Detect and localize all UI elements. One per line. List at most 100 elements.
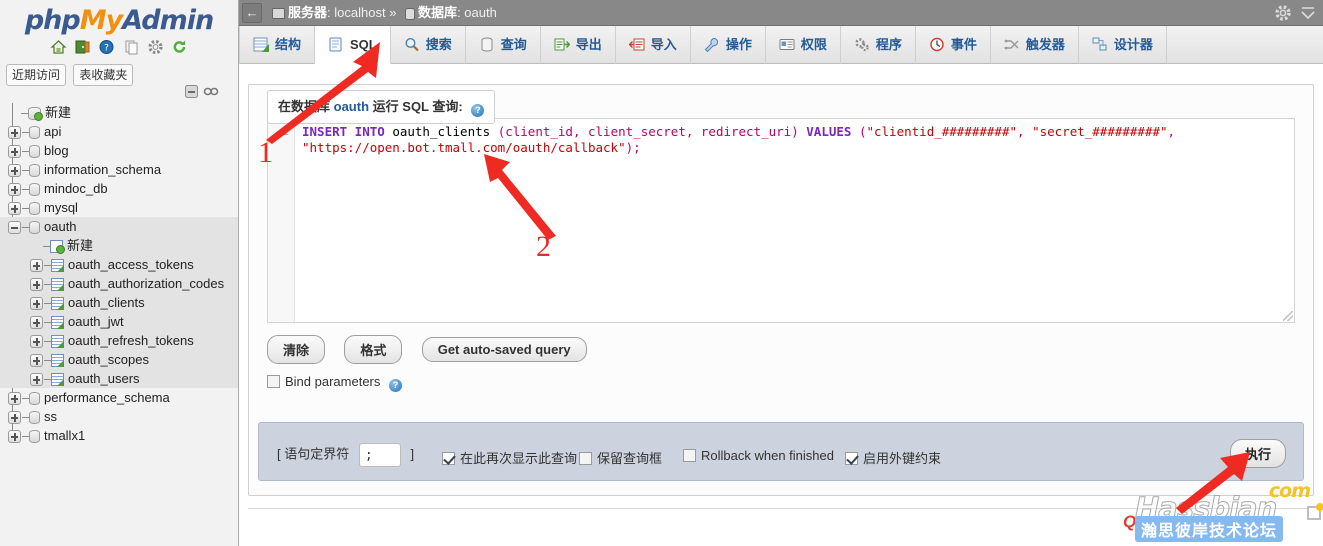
tree-item-label[interactable]: oauth_access_tokens [68,257,194,272]
tree-item-label[interactable]: mysql [44,200,78,215]
new-window-icon[interactable] [123,39,140,55]
clear-button[interactable]: 清除 [267,335,326,364]
expand-icon[interactable] [8,430,21,444]
bind-parameters-checkbox[interactable] [267,375,280,388]
database-tree: 新建 api blog information_schema mindoc_dbmysq… [0,103,238,445]
show-query-again-checkbox[interactable] [442,452,455,465]
tree-item-oauth_jwt[interactable]: oauth_jwt [0,312,238,331]
expand-icon[interactable] [30,373,43,387]
tree-item-label[interactable]: 新建 [67,238,93,253]
expand-icon[interactable] [8,126,21,140]
tree-item-新建[interactable]: 新建 [0,103,238,122]
tree-item-label[interactable]: oauth_jwt [68,314,124,329]
expand-icon[interactable] [8,145,21,159]
expand-icon[interactable] [30,259,43,273]
tab-导出[interactable]: 导出 [541,26,616,64]
expand-icon[interactable] [8,392,21,406]
tab-导入[interactable]: 导入 [616,26,691,64]
home-icon[interactable] [50,39,67,55]
settings-icon[interactable] [147,39,164,55]
sql-code-text[interactable]: INSERT INTO oauth_clients (client_id, cl… [296,119,1294,322]
expand-icon[interactable] [8,202,21,216]
collapse-icon[interactable] [8,221,21,235]
tab-搜索[interactable]: 搜索 [391,26,466,64]
tree-item-label[interactable]: oauth_refresh_tokens [68,333,194,348]
new-database-icon [28,107,43,122]
go-execute-button[interactable]: 执行 [1229,439,1286,468]
retain-query-box-checkbox[interactable] [579,452,592,465]
tree-item-label[interactable]: performance_schema [44,390,170,405]
tree-item-label[interactable]: 新建 [45,105,71,120]
format-button[interactable]: 格式 [344,335,403,364]
logout-icon[interactable] [74,39,91,55]
tree-item-label[interactable]: api [44,124,61,139]
tree-item-performance_schema[interactable]: performance_schema [0,388,238,407]
table-icon [51,278,64,292]
breadcrumb-server-host[interactable]: localhost [334,5,385,20]
docs-icon[interactable]: ? [98,39,115,55]
expand-icon[interactable] [30,316,43,330]
phpmyadmin-logo[interactable]: phpMyAdmin [0,0,238,38]
tree-item-api[interactable]: api [0,122,238,141]
help-icon[interactable]: ? [471,104,485,117]
expand-icon[interactable] [30,297,43,311]
tree-item-oauth_access_tokens[interactable]: oauth_access_tokens [0,255,238,274]
get-auto-saved-query-button[interactable]: Get auto-saved query [421,337,587,362]
tree-item-label[interactable]: tmallx1 [44,428,85,443]
enable-foreign-key-checks-checkbox[interactable] [845,452,858,465]
help-icon[interactable]: ? [389,379,403,392]
tree-item-新建[interactable]: 新建 [0,236,238,255]
expand-icon[interactable] [30,335,43,349]
tree-item-oauth_clients[interactable]: oauth_clients [0,293,238,312]
tree-item-label[interactable]: oauth_clients [68,295,145,310]
tree-item-label[interactable]: mindoc_db [44,181,108,196]
tab-SQL[interactable]: SQL [315,26,391,64]
tree-item-label[interactable]: oauth [44,219,77,234]
tree-item-label[interactable]: oauth_authorization_codes [68,276,224,291]
tree-item-oauth[interactable]: oauth [0,217,238,236]
tab-设计器[interactable]: 设计器 [1079,26,1167,64]
rollback-when-finished-checkbox[interactable] [683,449,696,462]
tab-触发器[interactable]: 触发器 [991,26,1079,64]
tree-item-oauth_refresh_tokens[interactable]: oauth_refresh_tokens [0,331,238,350]
tree-item-label[interactable]: blog [44,143,69,158]
back-button[interactable]: ← [242,3,262,23]
tree-item-mindoc_db[interactable]: mindoc_db [0,179,238,198]
tree-item-label[interactable]: oauth_scopes [68,352,149,367]
logo-admin: Admin [122,5,214,36]
tree-item-label[interactable]: ss [44,409,57,424]
editor-resize-handle[interactable] [1283,311,1293,321]
tree-item-label[interactable]: oauth_users [68,371,140,386]
tree-item-mysql[interactable]: mysql [0,198,238,217]
breadcrumb-db-value[interactable]: oauth [464,5,497,20]
unlink-panel-icon[interactable] [203,84,220,99]
tree-item-blog[interactable]: blog [0,141,238,160]
tab-事件[interactable]: 事件 [916,26,991,64]
tree-item-label[interactable]: information_schema [44,162,161,177]
tree-item-oauth_authorization_codes[interactable]: oauth_authorization_codes [0,274,238,293]
tab-程序[interactable]: 程序 [841,26,916,64]
sql-editor[interactable]: 1 INSERT INTO oauth_clients (client_id, … [267,118,1295,323]
tab-权限[interactable]: 权限 [766,26,841,64]
database-icon [29,183,40,197]
recent-tables-button[interactable]: 近期访问 [6,64,67,86]
tree-item-oauth_users[interactable]: oauth_users [0,369,238,388]
expand-icon[interactable] [30,354,43,368]
favorite-tables-button[interactable]: 表收藏夹 [73,64,134,86]
expand-icon[interactable] [8,164,21,178]
tab-结构[interactable]: 结构 [239,26,316,64]
expand-icon[interactable] [30,278,43,292]
collapse-panel-icon[interactable] [183,84,200,99]
gear-icon[interactable] [1274,4,1292,22]
tab-查询[interactable]: 查询 [466,26,541,64]
tab-操作[interactable]: 操作 [691,26,766,64]
tree-item-tmallx1[interactable]: tmallx1 [0,426,238,445]
delimiter-input[interactable] [358,443,401,467]
collapse-icon[interactable] [1299,4,1317,22]
reload-icon[interactable] [171,39,188,55]
expand-icon[interactable] [8,411,21,425]
expand-icon[interactable] [8,183,21,197]
tree-item-information_schema[interactable]: information_schema [0,160,238,179]
tree-item-ss[interactable]: ss [0,407,238,426]
tree-item-oauth_scopes[interactable]: oauth_scopes [0,350,238,369]
